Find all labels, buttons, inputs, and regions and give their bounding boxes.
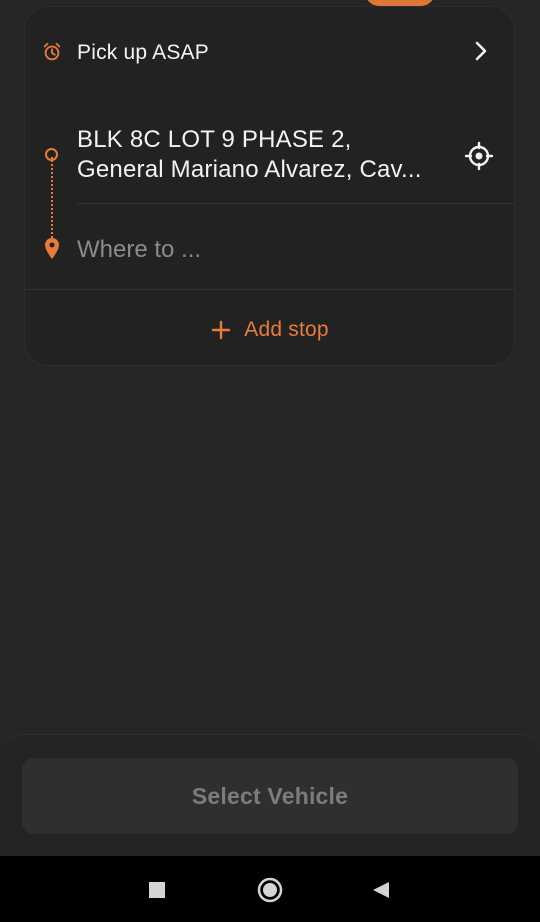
route-divider [77,203,514,204]
plus-icon [212,320,231,340]
pickup-label: Pick up ASAP [77,41,209,64]
trip-card: Pick up ASAP BLK 8C LOT 9 PHASE 2, Gener… [24,6,515,366]
back-icon [373,882,389,898]
bottom-action-sheet: Select Vehicle [0,734,540,857]
pickup-time-row[interactable]: Pick up ASAP [25,29,514,83]
add-stop-label: Add stop [244,318,329,341]
select-vehicle-button[interactable]: Select Vehicle [22,758,518,834]
back-button[interactable] [367,876,395,904]
add-stop-button[interactable]: Add stop [25,310,514,350]
card-divider [25,289,514,290]
chevron-right-icon [475,41,487,61]
destination-input[interactable] [77,233,437,267]
origin-address-line1: BLK 8C LOT 9 PHASE 2, [77,126,352,153]
locate-icon[interactable] [464,141,494,171]
home-button[interactable] [256,876,284,904]
route-connector-line [51,157,53,245]
origin-address[interactable]: BLK 8C LOT 9 PHASE 2, General Mariano Al… [77,125,452,185]
origin-address-line2: General Mariano Alvarez, Cav... [77,156,422,183]
alarm-clock-icon [43,42,61,61]
home-icon [257,877,283,903]
android-navigation-bar [0,856,540,922]
recent-apps-icon [149,882,165,898]
route-section: BLK 8C LOT 9 PHASE 2, General Mariano Al… [25,115,514,295]
recent-apps-button[interactable] [143,876,171,904]
destination-pin-icon [45,238,59,259]
